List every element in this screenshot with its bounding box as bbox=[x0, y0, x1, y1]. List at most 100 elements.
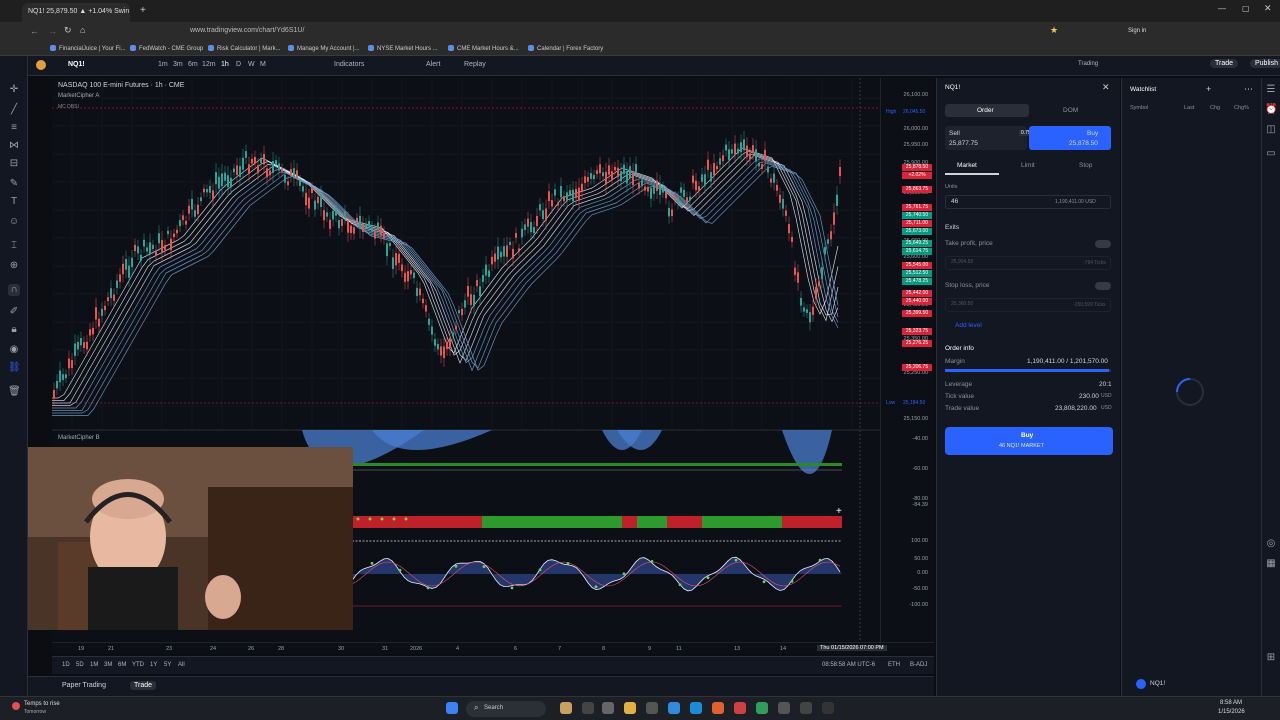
publish-button[interactable]: Publish bbox=[1250, 59, 1280, 68]
app-icon-1[interactable] bbox=[560, 702, 572, 714]
app-icon-3[interactable] bbox=[646, 702, 658, 714]
settings-icon[interactable] bbox=[602, 702, 614, 714]
text-icon[interactable]: T bbox=[8, 196, 20, 208]
bookmark-item[interactable]: Risk Calculator | Mark... bbox=[208, 45, 281, 52]
pencil-lock-icon[interactable]: ✐ bbox=[8, 306, 20, 318]
back-icon[interactable]: ← bbox=[30, 26, 39, 36]
symbol-search[interactable]: NQ1! bbox=[68, 61, 85, 68]
type-stop[interactable]: Stop bbox=[1079, 162, 1092, 169]
weather-icon[interactable] bbox=[12, 702, 20, 710]
app-icon-6[interactable] bbox=[778, 702, 790, 714]
app-icon-8[interactable] bbox=[822, 702, 834, 714]
range-all[interactable]: All bbox=[178, 662, 185, 668]
start-icon[interactable] bbox=[446, 702, 458, 714]
badj-toggle[interactable]: B-ADJ bbox=[910, 662, 927, 668]
interval-w[interactable]: W bbox=[248, 61, 255, 68]
paper-trading-tab[interactable]: Paper Trading bbox=[62, 682, 106, 689]
bookmark-item[interactable]: Manage My Account |... bbox=[288, 45, 360, 52]
replay-button[interactable]: Replay bbox=[464, 61, 486, 68]
trade-tab[interactable]: Trade bbox=[130, 681, 157, 690]
range-1y[interactable]: 1Y bbox=[150, 662, 157, 668]
add-level-link[interactable]: Add level bbox=[955, 322, 982, 329]
watchlist-title[interactable]: Watchlist bbox=[1130, 86, 1156, 93]
bookmark-item[interactable]: FedWatch - CME Group bbox=[130, 45, 203, 52]
sign-in-link[interactable]: Sign in bbox=[1128, 28, 1146, 34]
interval-12m[interactable]: 12m bbox=[202, 61, 216, 68]
bookmark-item[interactable]: FinancialJuice | Your Fi... bbox=[50, 45, 126, 52]
close-window-icon[interactable]: ✕ bbox=[1264, 3, 1272, 14]
maximize-icon[interactable]: ▢ bbox=[1242, 4, 1250, 13]
eye-icon[interactable]: ◉ bbox=[8, 344, 20, 356]
range-5y[interactable]: 5Y bbox=[164, 662, 171, 668]
projection-icon[interactable]: ⊟ bbox=[8, 158, 20, 170]
range-6m[interactable]: 6M bbox=[118, 662, 126, 668]
target-icon[interactable]: ◎ bbox=[1265, 538, 1277, 550]
alerts-icon[interactable]: ⏰ bbox=[1265, 104, 1277, 116]
watchlist-icon[interactable]: ☰ bbox=[1265, 84, 1277, 96]
edge-icon[interactable] bbox=[668, 702, 680, 714]
range-3m[interactable]: 3M bbox=[104, 662, 112, 668]
trading-menu[interactable]: Trading bbox=[1078, 61, 1098, 67]
add-symbol-icon[interactable]: + bbox=[1206, 84, 1211, 94]
favorite-star-icon[interactable]: ★ bbox=[1050, 25, 1058, 36]
reload-icon[interactable]: ↻ bbox=[64, 25, 72, 36]
crosshair-icon[interactable]: ✛ bbox=[8, 84, 20, 96]
close-panel-icon[interactable]: ✕ bbox=[1102, 82, 1110, 93]
interval-1m[interactable]: 1m bbox=[158, 61, 168, 68]
range-1m[interactable]: 1M bbox=[90, 662, 98, 668]
chat-icon[interactable]: ▭ bbox=[1265, 148, 1277, 160]
ruler-icon[interactable]: ⌶ bbox=[8, 240, 20, 252]
magnet-icon[interactable]: ∩ bbox=[8, 284, 20, 296]
pattern-icon[interactable]: ⋈ bbox=[8, 140, 20, 152]
bookmark-item[interactable]: NYSE Market Hours ... bbox=[368, 45, 438, 52]
minimize-icon[interactable]: — bbox=[1218, 4, 1226, 13]
tab-dom[interactable]: DOM bbox=[1063, 107, 1078, 114]
interval-6m[interactable]: 6m bbox=[188, 61, 198, 68]
range-ytd[interactable]: YTD bbox=[132, 662, 144, 668]
link-icon[interactable]: ⛓ bbox=[8, 362, 21, 374]
price-axis[interactable]: High 26,045.50 Low 25,184.50 26,100.00 26… bbox=[880, 78, 934, 653]
fib-icon[interactable]: ≡ bbox=[8, 122, 20, 134]
lock-icon[interactable]: 🔒︎ bbox=[8, 324, 20, 336]
avatar[interactable] bbox=[36, 60, 46, 70]
more-icon[interactable]: ⋯ bbox=[1244, 84, 1253, 95]
trash-icon[interactable]: 🗑︎ bbox=[8, 386, 21, 398]
range-1d[interactable]: 1D bbox=[62, 662, 70, 668]
home-icon[interactable]: ⌂ bbox=[80, 25, 85, 35]
brave-icon[interactable] bbox=[734, 702, 746, 714]
bookmark-item[interactable]: Calendar | Forex Factory bbox=[528, 45, 603, 52]
zoom-icon[interactable]: ⊕ bbox=[8, 260, 20, 272]
eth-toggle[interactable]: ETH bbox=[888, 662, 900, 668]
forward-icon[interactable]: → bbox=[48, 26, 57, 36]
stop-loss-toggle[interactable] bbox=[1095, 282, 1111, 290]
trendline-icon[interactable]: ╱ bbox=[8, 104, 20, 116]
interval-1h[interactable]: 1h bbox=[221, 61, 229, 68]
brush-icon[interactable]: ✎ bbox=[8, 178, 20, 190]
type-limit[interactable]: Limit bbox=[1021, 162, 1035, 169]
app-icon-4[interactable] bbox=[690, 702, 702, 714]
calendar-icon[interactable]: ▦ bbox=[1265, 558, 1277, 570]
interval-m[interactable]: M bbox=[260, 61, 266, 68]
interval-3m[interactable]: 3m bbox=[173, 61, 183, 68]
app-icon-2[interactable] bbox=[582, 702, 594, 714]
range-5d[interactable]: 5D bbox=[76, 662, 84, 668]
time-axis[interactable]: Thu 01/15/2026 07:00 PM 19 21 23 24 26 28 30 31… bbox=[52, 642, 934, 654]
browser-tab[interactable]: NQ1! 25,879.50 ▲ +1.04% Swin bbox=[22, 3, 130, 22]
trade-button[interactable]: Trade bbox=[1210, 59, 1239, 68]
type-market[interactable]: Market bbox=[957, 162, 977, 169]
data-window-icon[interactable]: ◫ bbox=[1265, 124, 1277, 136]
footer-symbol[interactable]: NQ1! bbox=[1150, 680, 1165, 687]
indicators-button[interactable]: Indicators bbox=[334, 61, 364, 68]
new-tab-icon[interactable]: + bbox=[140, 5, 146, 16]
alert-button[interactable]: Alert bbox=[426, 61, 440, 68]
interval-d[interactable]: D bbox=[236, 61, 241, 68]
url-field[interactable]: www.tradingview.com/chart/Yd6S1U/ bbox=[190, 27, 304, 34]
app-icon-7[interactable] bbox=[800, 702, 812, 714]
annotation-icon[interactable]: ☺ bbox=[8, 216, 20, 228]
firefox-icon[interactable] bbox=[712, 702, 724, 714]
folder-icon[interactable] bbox=[624, 702, 636, 714]
bookmark-item[interactable]: CME Market Hours &... bbox=[448, 45, 519, 52]
grid-icon[interactable]: ⊞ bbox=[1265, 652, 1277, 664]
app-icon-5[interactable] bbox=[756, 702, 768, 714]
indicator-a-label[interactable]: MarketCipher A bbox=[58, 93, 99, 99]
